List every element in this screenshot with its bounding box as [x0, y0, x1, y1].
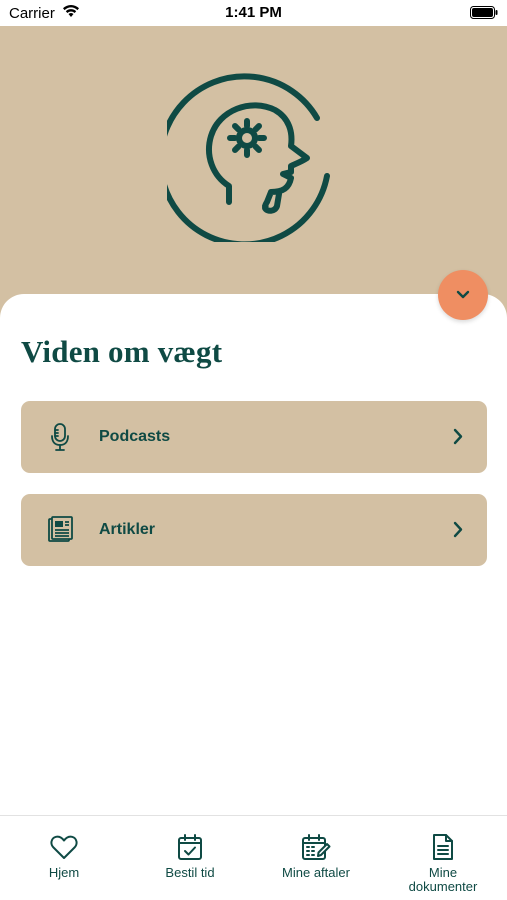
tab-mine-aftaler[interactable]: Mine aftaler: [253, 816, 379, 900]
page-title: Viden om vægt: [21, 334, 223, 369]
newspaper-icon: [46, 515, 74, 545]
status-bar: Carrier 1:41 PM: [0, 0, 507, 26]
head-gear-icon: [157, 66, 343, 248]
hero-banner: [0, 26, 507, 326]
microphone-icon: [46, 422, 74, 452]
collapse-button[interactable]: [438, 270, 488, 320]
heart-icon: [50, 832, 78, 862]
menu-item-label: Artikler: [99, 521, 156, 538]
chevron-right-icon: [453, 521, 463, 543]
menu-item-artikler[interactable]: Artikler: [21, 494, 487, 566]
document-icon: [431, 832, 455, 862]
tab-label: Mine aftaler: [282, 865, 350, 880]
tab-label: Mine dokumenter: [408, 865, 478, 894]
menu-item-podcasts[interactable]: Podcasts: [21, 401, 487, 473]
tab-hjem[interactable]: Hjem: [1, 816, 127, 900]
clock: 1:41 PM: [225, 4, 282, 21]
calendar-check-icon: [177, 832, 203, 862]
chevron-right-icon: [453, 428, 463, 450]
battery-icon: [470, 6, 498, 24]
tab-bar: Hjem Bestil tid Mine aftaler Mine dokume…: [0, 815, 507, 900]
menu-item-label: Podcasts: [99, 428, 171, 445]
tab-bestil-tid[interactable]: Bestil tid: [127, 816, 253, 900]
calendar-edit-icon: [301, 832, 331, 862]
chevron-down-icon: [456, 286, 470, 304]
tab-label: Hjem: [48, 865, 80, 880]
tab-label: Bestil tid: [165, 865, 215, 880]
tab-mine-dokumenter[interactable]: Mine dokumenter: [380, 816, 506, 900]
